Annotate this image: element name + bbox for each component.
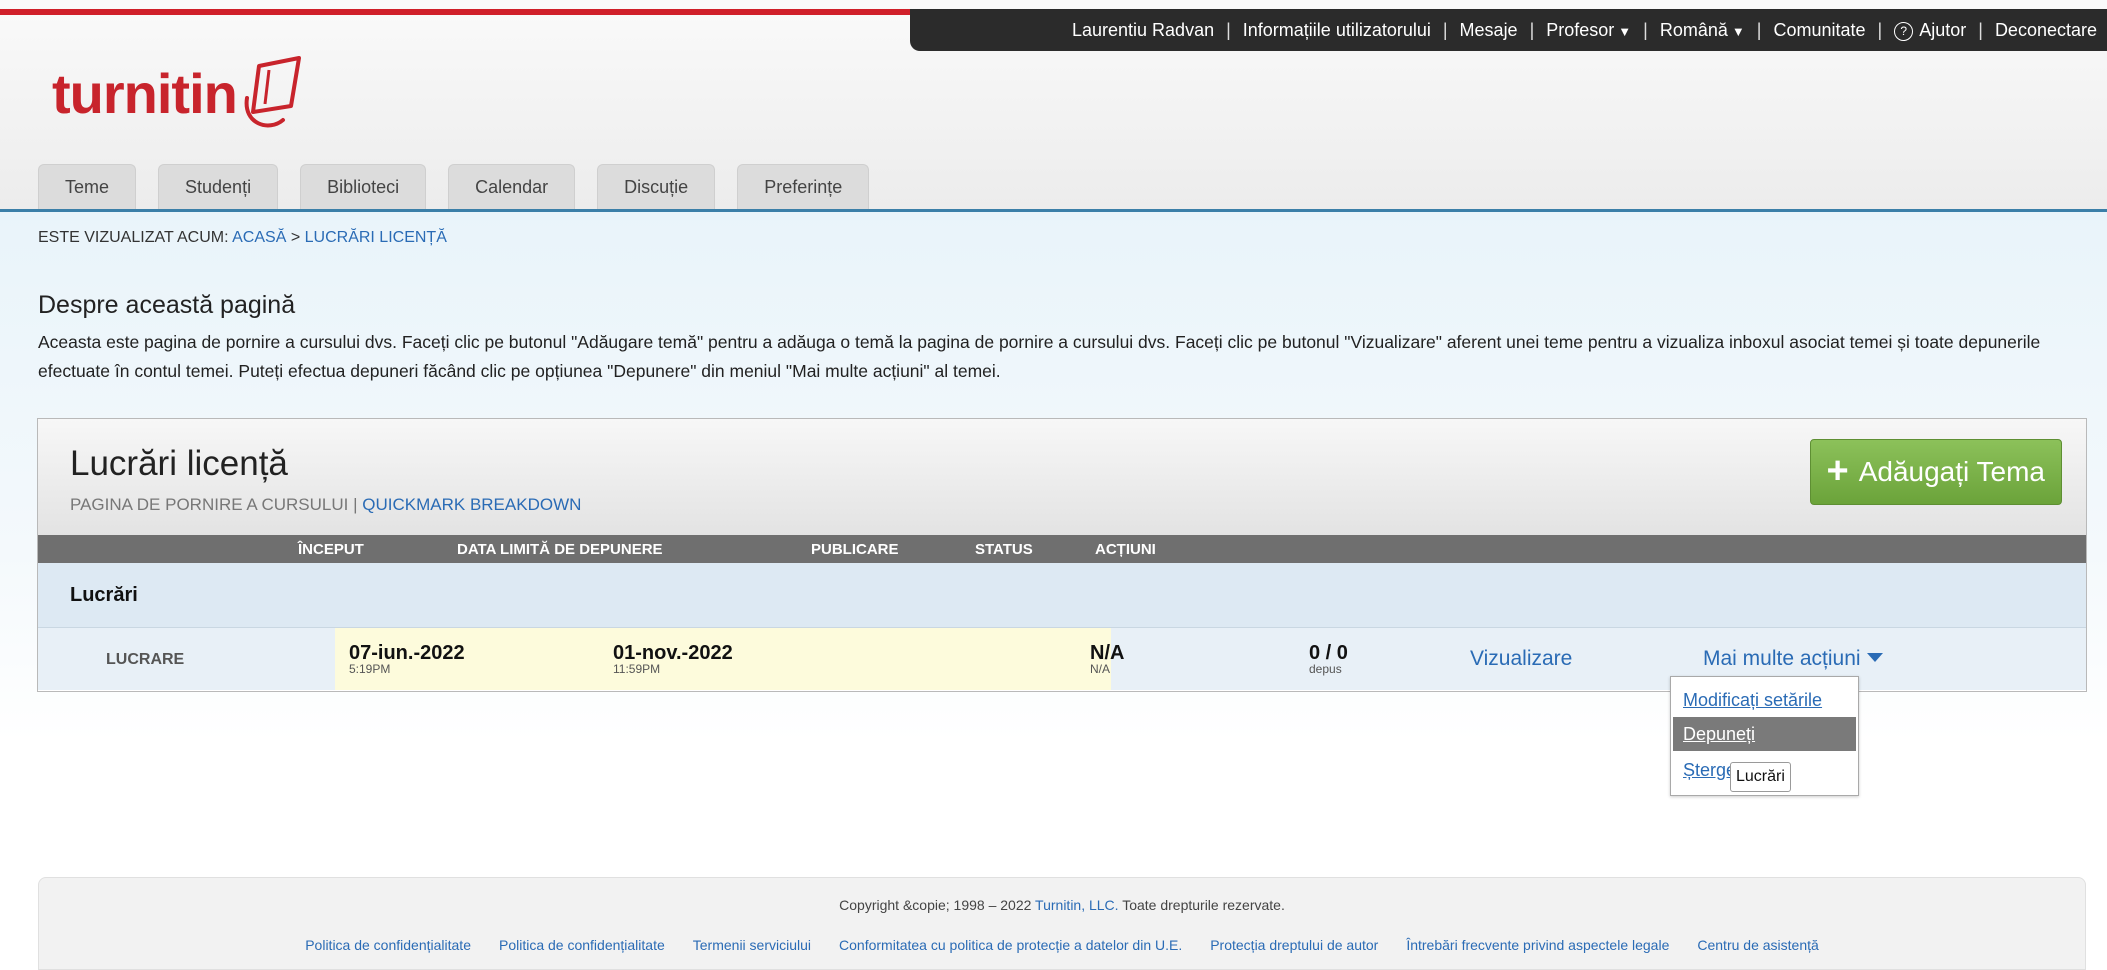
- breadcrumb: ESTE VIZUALIZAT ACUM: ACASĂ > LUCRĂRI LI…: [38, 229, 447, 247]
- column-due: DATA LIMITĂ DE DEPUNERE: [457, 541, 663, 558]
- tab-assignments[interactable]: Teme: [38, 164, 137, 210]
- post-sub: N/A: [1090, 662, 1111, 676]
- tab-discussion[interactable]: Discuție: [597, 164, 716, 210]
- help-icon: ?: [1894, 21, 1914, 41]
- about-title: Despre această pagină: [38, 291, 296, 319]
- breadcrumb-prefix: ESTE VIZUALIZAT ACUM:: [38, 229, 229, 246]
- class-home-label: PAGINA DE PORNIRE A CURSULUI: [70, 495, 349, 514]
- column-post: PUBLICARE: [811, 541, 899, 558]
- language-dropdown[interactable]: Română ▼: [1658, 20, 1747, 41]
- logo-mark-icon: [244, 56, 301, 128]
- assignment-type: LUCRARE: [106, 651, 185, 668]
- help-link[interactable]: ? Ajutor: [1892, 20, 1968, 41]
- company-link[interactable]: Turnitin, LLC.: [1035, 897, 1119, 913]
- menu-item-submit[interactable]: Depuneți: [1673, 717, 1856, 751]
- language-label: Română: [1659, 19, 1728, 40]
- plus-icon: +: [1826, 449, 1849, 492]
- footer-link-help-center[interactable]: Centru de asistență: [1697, 937, 1818, 953]
- class-links: PAGINA DE PORNIRE A CURSULUI | QUICKMARK…: [70, 495, 581, 515]
- footer-link-privacy-2[interactable]: Politica de confidențialitate: [499, 937, 665, 953]
- section-row: Lucrări: [38, 563, 2086, 628]
- column-start: ÎNCEPUT: [298, 541, 364, 558]
- footer-link-terms[interactable]: Termenii serviciului: [693, 937, 811, 953]
- view-button[interactable]: Vizualizare: [1470, 647, 1572, 671]
- more-actions-dropdown[interactable]: Mai multe acțiuni: [1703, 647, 1883, 671]
- class-panel: Lucrări licență PAGINA DE PORNIRE A CURS…: [37, 418, 2087, 692]
- column-status: STATUS: [975, 541, 1033, 558]
- main-tabs: Teme Studenți Biblioteci Calendar Discuț…: [38, 164, 870, 210]
- logout-link[interactable]: Deconectare: [1993, 20, 2099, 41]
- tab-calendar[interactable]: Calendar: [448, 164, 576, 210]
- user-bar: Laurentiu Radvan | Informațiile utilizat…: [910, 9, 2107, 51]
- status-value: 0 / 0: [1309, 642, 1348, 664]
- footer-link-copyright[interactable]: Protecția dreptului de autor: [1210, 937, 1378, 953]
- help-label: Ajutor: [1919, 19, 1967, 40]
- class-title: Lucrări licență: [70, 444, 288, 483]
- rights-text: Toate drepturile rezervate.: [1122, 897, 1285, 913]
- menu-item-edit-settings[interactable]: Modificați setările: [1673, 683, 1856, 717]
- class-panel-header: Lucrări licență PAGINA DE PORNIRE A CURS…: [38, 419, 2086, 535]
- page-header: Laurentiu Radvan | Informațiile utilizat…: [0, 0, 2107, 210]
- about-text: Aceasta este pagina de pornire a cursulu…: [38, 332, 2041, 381]
- role-label: Profesor: [1546, 19, 1615, 40]
- caret-down-icon: ▼: [1618, 23, 1632, 39]
- breadcrumb-separator: >: [290, 229, 301, 246]
- turnitin-logo[interactable]: turnitin: [52, 54, 309, 134]
- caret-down-icon: [1866, 653, 1883, 662]
- section-label: Lucrări: [70, 584, 138, 606]
- column-actions: ACȚIUNI: [1095, 541, 1156, 558]
- add-assignment-label: Adăugați Tema: [1858, 456, 2045, 487]
- add-assignment-button[interactable]: + Adăugați Tema: [1809, 439, 2062, 505]
- caret-down-icon: ▼: [1731, 23, 1745, 39]
- tooltip: Lucrări: [1730, 762, 1791, 792]
- breadcrumb-home-link[interactable]: ACASĂ: [232, 229, 286, 246]
- copyright: Copyright &copie; 1998 – 2022 Turnitin, …: [39, 897, 2085, 913]
- more-actions-label: Mai multe acțiuni: [1703, 647, 1861, 670]
- copyright-prefix: Copyright &copie; 1998 – 2022: [839, 897, 1032, 913]
- community-link[interactable]: Comunitate: [1771, 20, 1867, 41]
- class-link-separator: |: [353, 495, 358, 514]
- page-footer: Copyright &copie; 1998 – 2022 Turnitin, …: [38, 877, 2086, 970]
- due-time: 11:59PM: [613, 662, 661, 676]
- status-sub: depus: [1309, 662, 1342, 676]
- tab-preferences[interactable]: Preferințe: [737, 164, 870, 210]
- start-date: 07-iun.-2022: [349, 642, 465, 664]
- start-time: 5:19PM: [349, 662, 391, 676]
- column-header-row: ÎNCEPUT DATA LIMITĂ DE DEPUNERE PUBLICAR…: [38, 535, 2086, 563]
- logo-text: turnitin: [52, 62, 238, 125]
- tab-students[interactable]: Studenți: [158, 164, 279, 210]
- tab-libraries[interactable]: Biblioteci: [300, 164, 427, 210]
- due-date: 01-nov.-2022: [613, 642, 733, 664]
- footer-link-privacy[interactable]: Politica de confidențialitate: [305, 937, 471, 953]
- footer-link-legal-faq[interactable]: Întrebări frecvente privind aspectele le…: [1406, 937, 1669, 953]
- quickmark-breakdown-link[interactable]: QUICKMARK BREAKDOWN: [362, 495, 581, 514]
- messages-link[interactable]: Mesaje: [1458, 20, 1520, 41]
- footer-links: Politica de confidențialitate Politica d…: [39, 937, 2085, 953]
- role-dropdown[interactable]: Profesor ▼: [1544, 20, 1633, 41]
- footer-link-eu-data[interactable]: Conformitatea cu politica de protecție a…: [839, 937, 1182, 953]
- user-info-link[interactable]: Informațiile utilizatorului: [1241, 20, 1433, 41]
- top-red-line: [0, 9, 912, 15]
- user-name-link[interactable]: Laurentiu Radvan: [1070, 20, 1216, 41]
- post-value: N/A: [1090, 642, 1125, 664]
- breadcrumb-current-link[interactable]: LUCRĂRI LICENȚĂ: [305, 229, 447, 246]
